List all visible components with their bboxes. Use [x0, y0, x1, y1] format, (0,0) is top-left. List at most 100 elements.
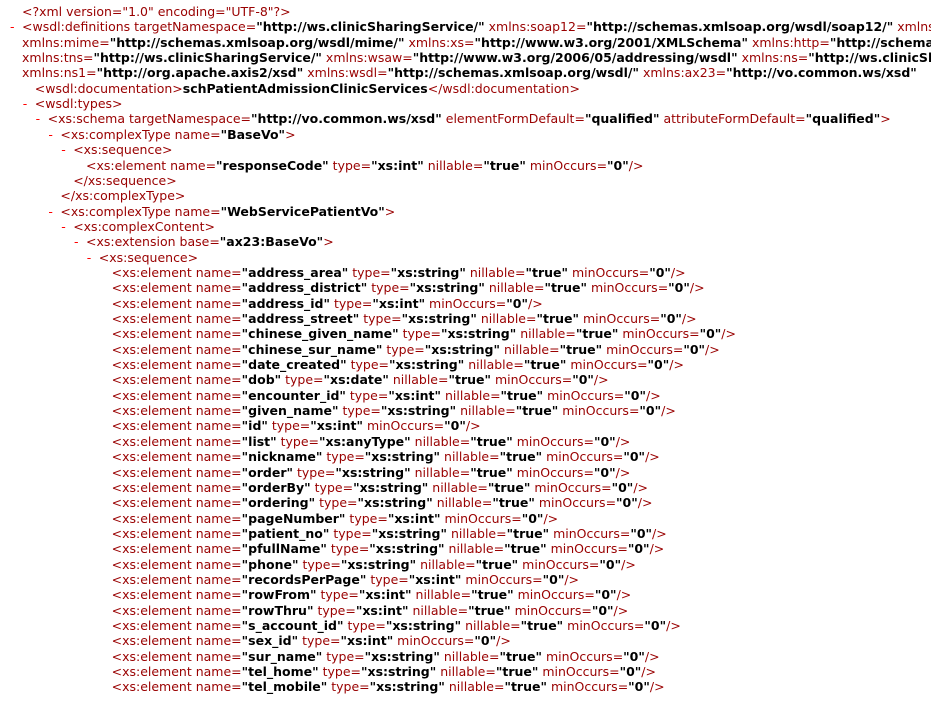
xml-attribute-value: "true" — [468, 602, 511, 618]
xml-line: <xs:element name="id" type="xs:int" minO… — [100, 418, 481, 433]
xml-attribute-name: name= — [191, 633, 242, 649]
xml-attribute-value: "xs:string" — [364, 449, 441, 465]
xml-attribute-value: "0" — [699, 326, 722, 342]
xml-attribute-name: name= — [191, 449, 242, 465]
collapse-toggle-icon[interactable]: - — [61, 219, 73, 234]
xml-line: <xs:element name="s_account_id" type="xs… — [100, 618, 681, 633]
xml-attribute-name: name= — [191, 280, 242, 296]
xml-attribute-value: "true" — [575, 326, 619, 342]
xml-attribute-value: "http://ws.clinicSharingService" — [808, 50, 931, 66]
xml-attribute-value: "true" — [499, 449, 543, 465]
xml-attribute-name: type= — [310, 479, 354, 495]
xml-attribute-name: nillable= — [440, 449, 500, 465]
xml-tag: /> — [649, 541, 665, 557]
xml-attribute-value: "address_area" — [241, 264, 349, 280]
xml-tag: /> — [681, 311, 697, 326]
xml-attribute-value: "http://schemas.xmlsoap.org/wsdl/mime/" — [109, 34, 405, 50]
xml-line: <xs:element name="tel_home" type="xs:str… — [100, 664, 656, 679]
xml-attribute-value: "xs:string" — [369, 679, 445, 695]
collapse-toggle-icon[interactable]: - — [61, 142, 73, 157]
xml-attribute-name: name= — [191, 571, 242, 587]
xml-attribute-name: type= — [329, 525, 372, 541]
xml-attribute-name: xmlns:http= — [748, 34, 830, 50]
collapse-toggle-icon[interactable]: - — [48, 127, 60, 142]
collapse-toggle-icon[interactable]: - — [74, 234, 86, 249]
xml-tag: <xs:element — [111, 510, 192, 526]
xml-attribute-name: name= — [191, 479, 242, 495]
xml-attribute-value: "0" — [668, 280, 690, 296]
xml-attribute-value: "list" — [241, 433, 277, 449]
xml-attribute-name: nillable= — [410, 464, 471, 480]
collapse-toggle-icon[interactable]: - — [48, 204, 60, 219]
xml-attribute-value: "recordsPerPage" — [241, 571, 367, 587]
xml-attribute-name: minOccurs= — [563, 618, 645, 633]
xml-attribute-name: name= — [191, 679, 242, 695]
xml-attribute-value: "true" — [515, 403, 559, 419]
xml-attribute-value: "xs:int" — [371, 157, 424, 173]
xml-tag: /> — [641, 664, 656, 680]
xml-tag: > — [880, 111, 891, 127]
xml-attribute-value: "0" — [542, 571, 565, 587]
xml-attribute-name: type= — [366, 571, 409, 587]
xml-attribute-value: "date_created" — [241, 357, 347, 373]
xml-tag: <wsdl:types> — [34, 96, 123, 112]
xml-attribute-name: name= — [170, 126, 221, 142]
xml-attribute-name: name= — [191, 326, 242, 342]
xml-attribute-value: "true" — [487, 479, 531, 495]
xml-attribute-value: "dob" — [241, 372, 282, 388]
collapse-toggle-icon[interactable]: - — [36, 111, 48, 126]
xml-tag: /> — [669, 357, 684, 373]
xml-attribute-value: "rowThru" — [241, 602, 314, 618]
xml-tag: /> — [721, 326, 736, 342]
xml-attribute-value: "xs:string" — [340, 556, 417, 572]
xml-tag: <xs:element — [111, 571, 192, 587]
xml-attribute-value: "0" — [628, 679, 650, 695]
xml-line: <xs:element name="nickname" type="xs:str… — [100, 449, 660, 464]
xml-tag: /> — [652, 525, 667, 541]
xml-attribute-value: "xs:anyType" — [319, 433, 411, 449]
xml-tag: <xs:extension — [86, 234, 176, 250]
collapse-toggle-icon[interactable]: - — [87, 250, 99, 265]
xml-line: xmlns:mime="http://schemas.xmlsoap.org/w… — [10, 35, 931, 50]
xml-tag: <xs:element — [111, 311, 192, 326]
xml-line: <xs:element name="tel_mobile" type="xs:s… — [100, 679, 665, 694]
xml-attribute-value: "xs:int" — [355, 602, 409, 618]
xml-attribute-name: type= — [346, 357, 390, 373]
xml-attribute-value: "true" — [495, 664, 539, 680]
xml-tag: <xs:element — [111, 648, 192, 664]
xml-text-content: schPatientAdmissionClinicServices — [182, 80, 428, 96]
xml-attribute-name: type= — [267, 418, 311, 434]
xml-attribute-value: "orderBy" — [241, 479, 311, 495]
xml-attribute-name: minOccurs= — [541, 648, 624, 664]
collapse-toggle-icon[interactable]: - — [23, 96, 35, 111]
xml-tag: /> — [496, 633, 511, 649]
xml-tag: <xs:element — [111, 280, 192, 296]
xml-attribute-name: type= — [345, 387, 389, 403]
xml-attribute-value: "xs:string" — [389, 357, 465, 373]
xml-attribute-value: "xs:string" — [364, 648, 440, 664]
xml-attribute-value: "true" — [470, 433, 513, 449]
xml-attribute-name: name= — [191, 664, 242, 680]
xml-attribute-name: nillable= — [411, 587, 472, 603]
xml-attribute-name: xmlns:wsaw= — [321, 50, 413, 66]
xml-attribute-value: "xs:string" — [385, 618, 462, 633]
xml-attribute-value: "id" — [241, 418, 268, 434]
xml-attribute-name: nillable= — [516, 326, 576, 342]
xml-attribute-value: "qualified" — [805, 111, 881, 127]
xml-attribute-name: minOccurs= — [602, 341, 684, 357]
xml-attribute-name: nillable= — [388, 372, 449, 388]
xml-attribute-value: "xs:string" — [369, 541, 445, 557]
xml-tag: /> — [633, 479, 649, 495]
xml-tag: /> — [543, 510, 559, 526]
xml-attribute-value: "address_id" — [241, 295, 331, 311]
xml-line: </xs:sequence> — [61, 173, 177, 188]
collapse-toggle-icon[interactable]: - — [10, 19, 22, 34]
xml-attribute-value: "phone" — [241, 556, 299, 572]
xml-line: <xs:element name="recordsPerPage" type= "… — [100, 572, 579, 587]
xml-line: <xs:element name="address_district" type… — [100, 280, 705, 295]
xml-attribute-value: "chinese_given_name" — [241, 326, 399, 342]
xml-attribute-value: "true" — [504, 541, 547, 557]
xml-line: - <xs:sequence> — [87, 250, 198, 265]
xml-tag: <xs:element — [111, 403, 192, 419]
xml-attribute-value: "0" — [616, 495, 638, 511]
